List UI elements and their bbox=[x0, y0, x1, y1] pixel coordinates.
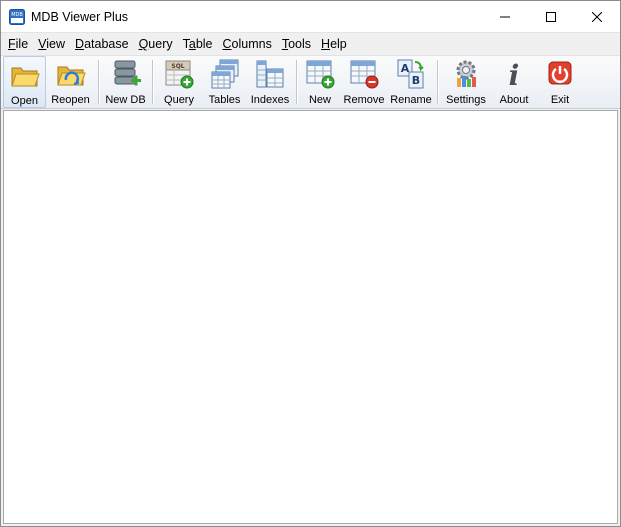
remove-label: Remove bbox=[343, 94, 385, 106]
reopen-label: Reopen bbox=[51, 94, 90, 106]
about-label: About bbox=[499, 94, 529, 106]
open-folder-icon bbox=[10, 67, 40, 87]
settings-gear-icon bbox=[456, 60, 476, 87]
maximize-icon bbox=[546, 11, 556, 22]
about-info-icon: i bbox=[509, 59, 520, 90]
toolbar: Open Reopen New DB SQL Query Tables Inde… bbox=[1, 55, 620, 109]
open-button[interactable]: Open bbox=[3, 56, 46, 108]
menu-file[interactable]: File bbox=[3, 33, 33, 55]
query-button[interactable]: SQL Query bbox=[156, 56, 202, 108]
new-database-icon bbox=[114, 60, 141, 86]
toolbar-separator bbox=[296, 60, 297, 104]
svg-text:i: i bbox=[509, 59, 520, 90]
close-button[interactable] bbox=[574, 1, 620, 32]
exit-button[interactable]: Exit bbox=[537, 56, 583, 108]
exit-power-icon bbox=[548, 61, 572, 85]
menu-bar: File View Database Query Table Columns T… bbox=[1, 32, 620, 55]
reopen-folder-icon bbox=[56, 66, 86, 86]
menu-view[interactable]: View bbox=[33, 33, 70, 55]
exit-label: Exit bbox=[550, 94, 570, 106]
menu-table[interactable]: Table bbox=[178, 33, 218, 55]
tables-icon bbox=[211, 59, 238, 89]
settings-label: Settings bbox=[446, 94, 486, 106]
menu-query[interactable]: Query bbox=[134, 33, 178, 55]
new-db-button[interactable]: New DB bbox=[102, 56, 149, 108]
menu-columns[interactable]: Columns bbox=[218, 33, 277, 55]
indexes-label: Indexes bbox=[250, 94, 290, 106]
indexes-icon bbox=[256, 60, 284, 88]
new-db-label: New DB bbox=[105, 94, 146, 106]
title-bar[interactable]: MDB MDB Viewer Plus bbox=[1, 1, 620, 32]
remove-table-icon bbox=[350, 60, 379, 89]
open-label: Open bbox=[11, 95, 38, 107]
query-label: Query bbox=[164, 94, 194, 106]
app-window: MDB MDB Viewer Plus File View Database Q… bbox=[0, 0, 621, 527]
indexes-button[interactable]: Indexes bbox=[247, 56, 293, 108]
toolbar-separator bbox=[98, 60, 99, 104]
svg-text:A: A bbox=[401, 62, 410, 75]
remove-table-button[interactable]: Remove bbox=[340, 56, 388, 108]
main-content-area[interactable] bbox=[3, 110, 618, 524]
menu-tools[interactable]: Tools bbox=[277, 33, 316, 55]
app-icon: MDB bbox=[9, 8, 25, 25]
minimize-icon bbox=[500, 16, 510, 17]
svg-text:B: B bbox=[412, 74, 420, 87]
minimize-button[interactable] bbox=[482, 1, 528, 32]
toolbar-separator bbox=[152, 60, 153, 104]
menu-help[interactable]: Help bbox=[316, 33, 352, 55]
new-label: New bbox=[308, 94, 331, 106]
rename-label: Rename bbox=[390, 94, 432, 106]
about-button[interactable]: i About bbox=[491, 56, 537, 108]
toolbar-separator bbox=[437, 60, 438, 104]
sql-query-icon: SQL bbox=[165, 60, 194, 89]
rename-button[interactable]: A B Rename bbox=[388, 56, 434, 108]
menu-database[interactable]: Database bbox=[70, 33, 134, 55]
rename-icon: A B bbox=[397, 59, 424, 89]
reopen-button[interactable]: Reopen bbox=[46, 56, 95, 108]
tables-button[interactable]: Tables bbox=[202, 56, 247, 108]
settings-button[interactable]: Settings bbox=[441, 56, 491, 108]
new-table-icon bbox=[306, 60, 335, 89]
new-table-button[interactable]: New bbox=[300, 56, 340, 108]
tables-label: Tables bbox=[208, 94, 241, 106]
svg-text:MDB: MDB bbox=[11, 12, 23, 18]
window-controls bbox=[482, 1, 620, 32]
close-icon bbox=[592, 11, 602, 22]
svg-text:SQL: SQL bbox=[171, 63, 184, 70]
window-title: MDB Viewer Plus bbox=[31, 9, 129, 24]
maximize-button[interactable] bbox=[528, 1, 574, 32]
